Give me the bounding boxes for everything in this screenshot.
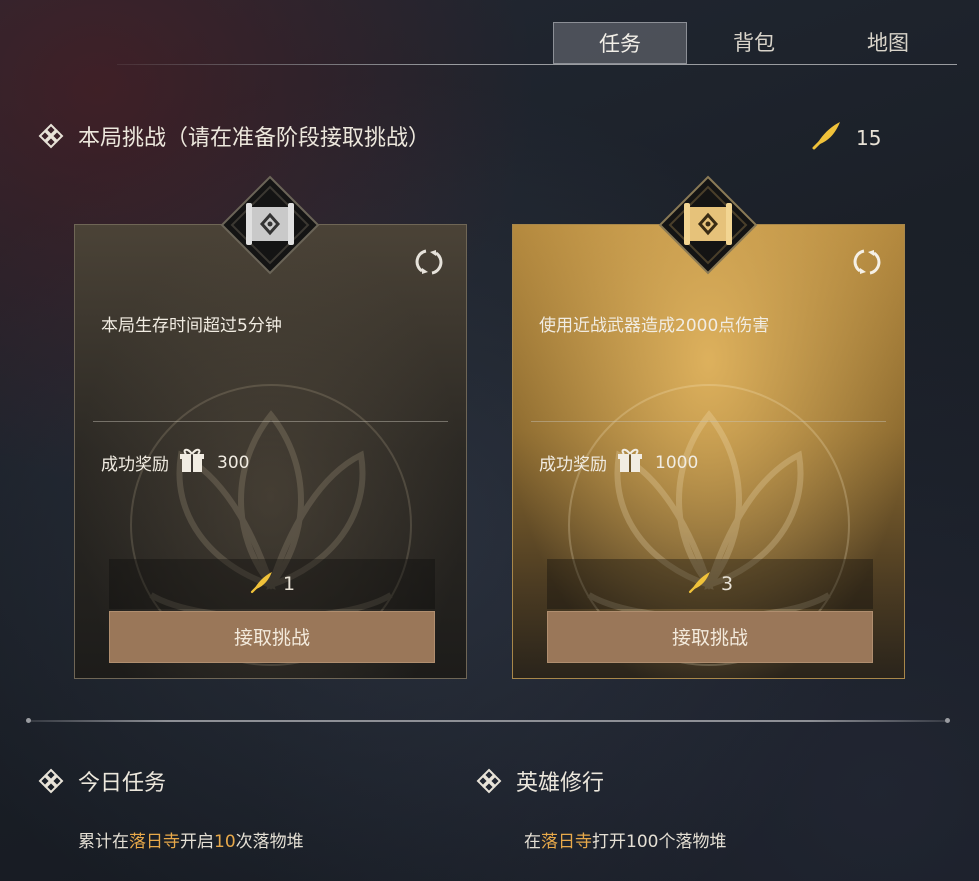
feather-icon — [249, 569, 275, 600]
task-text-part: 开启 — [180, 832, 214, 852]
tab-backpack[interactable]: 背包 — [687, 22, 821, 64]
challenge-description: 使用近战武器造成2000点伤害 — [539, 316, 770, 336]
daily-tasks-title: 今日任务 — [38, 765, 166, 797]
task-text-part: 打开100个落物堆 — [592, 832, 727, 852]
task-text-part: 次落物堆 — [235, 832, 304, 852]
challenge-card-2: 使用近战武器造成2000点伤害 成功奖励 1000 3 接取挑战 — [512, 224, 905, 679]
reward-label: 成功奖励 — [101, 455, 169, 475]
diamond-ornament-icon — [38, 123, 64, 149]
section-divider — [26, 718, 950, 723]
gift-icon — [177, 445, 207, 480]
task-text-part: 累计在 — [78, 832, 129, 852]
task-location-highlight: 落日寺 — [129, 832, 180, 852]
challenge-title-text: 本局挑战（请在准备阶段接取挑战） — [78, 126, 431, 151]
daily-tasks-title-text: 今日任务 — [78, 771, 167, 796]
accept-challenge-button[interactable]: 接取挑战 — [109, 611, 435, 663]
task-text-part: 在 — [524, 832, 541, 852]
card-divider — [93, 421, 448, 422]
hero-training-description: 在落日寺打开100个落物堆 — [524, 827, 726, 852]
feather-amount: 15 — [856, 125, 882, 150]
task-location-highlight: 落日寺 — [541, 832, 592, 852]
refresh-icon[interactable] — [414, 247, 444, 281]
challenge-cost: 1 — [109, 559, 435, 609]
challenge-card-1: 本局生存时间超过5分钟 成功奖励 300 1 接取挑战 — [74, 224, 467, 679]
scroll-badge-icon — [658, 175, 758, 275]
gift-icon — [615, 445, 645, 480]
challenge-description: 本局生存时间超过5分钟 — [101, 316, 282, 336]
hero-training-title: 英雄修行 — [476, 765, 604, 797]
feather-icon — [687, 569, 713, 600]
feather-icon — [810, 118, 844, 157]
tab-bar: 任务 背包 地图 — [553, 22, 955, 64]
challenge-section-title: 本局挑战（请在准备阶段接取挑战） — [38, 120, 430, 152]
cost-amount: 3 — [720, 573, 734, 595]
reward-amount: 300 — [217, 452, 250, 473]
daily-task-description: 累计在落日寺开启10次落物堆 — [78, 827, 304, 852]
diamond-ornament-icon — [38, 768, 64, 794]
reward-row: 成功奖励 300 — [101, 445, 249, 480]
reward-row: 成功奖励 1000 — [539, 445, 698, 480]
tab-tasks[interactable]: 任务 — [553, 22, 687, 64]
card-divider — [531, 421, 886, 422]
diamond-ornament-icon — [476, 768, 502, 794]
cost-amount: 1 — [282, 573, 296, 595]
task-count-highlight: 10 — [214, 832, 236, 852]
reward-amount: 1000 — [655, 452, 699, 473]
challenge-cost: 3 — [547, 559, 873, 609]
reward-label: 成功奖励 — [539, 455, 607, 475]
tab-map[interactable]: 地图 — [821, 22, 955, 64]
tab-divider — [117, 64, 957, 65]
accept-challenge-button[interactable]: 接取挑战 — [547, 611, 873, 663]
feather-currency: 15 — [810, 118, 881, 157]
refresh-icon[interactable] — [852, 247, 882, 281]
hero-training-title-text: 英雄修行 — [516, 771, 605, 796]
scroll-badge-icon — [220, 175, 320, 275]
